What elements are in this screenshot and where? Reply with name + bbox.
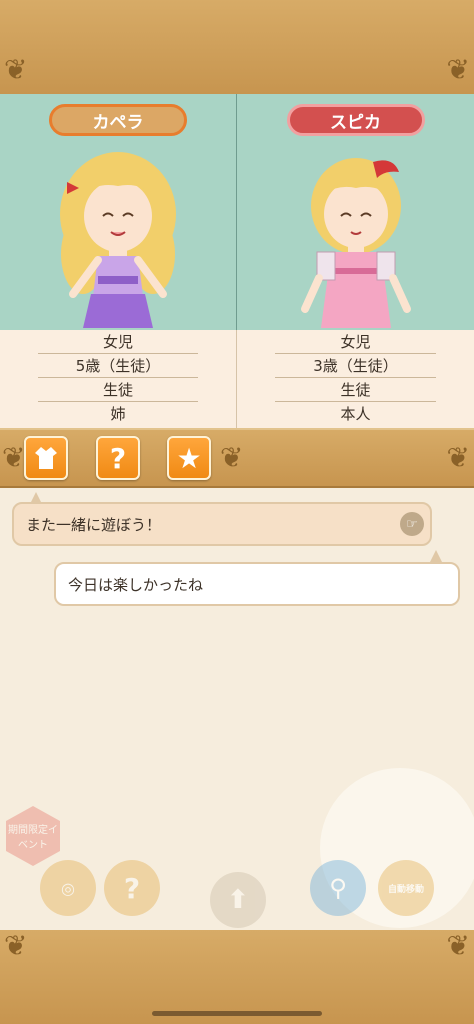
event-button[interactable]: 期間限定イベント: [6, 806, 60, 866]
ornament-icon: ❦: [4, 53, 28, 86]
ornament-icon: ❦: [220, 441, 244, 474]
gacha-icon[interactable]: ◎: [40, 860, 96, 916]
character-info-table: 女児 5歳（生徒） 生徒 姉 女児 3歳（生徒） 生徒 本人: [0, 330, 474, 428]
chat-message-text: 今日は楽しかったね: [68, 575, 204, 594]
character-panel-capella[interactable]: カペラ: [0, 94, 237, 330]
avatar-capella: [60, 152, 176, 328]
info-relation: 本人: [340, 405, 371, 423]
question-icon: ?: [109, 441, 127, 475]
ornament-icon: ❦: [446, 53, 470, 86]
name-tag-spica: スピカ: [286, 104, 425, 136]
ornament-icon: ❦: [446, 929, 470, 962]
tab-favorite[interactable]: ★: [167, 436, 211, 480]
dress-icon: [35, 447, 57, 469]
info-gender: 女児: [38, 330, 198, 354]
top-frame-band: ❦ ❦: [0, 0, 474, 94]
info-role: 生徒: [38, 378, 198, 402]
arrow-up-icon[interactable]: ⬆: [210, 872, 266, 928]
tab-bar: ❦ ❦ ❦: [0, 428, 474, 488]
chat-bubble-message-2: 今日は楽しかったね: [54, 562, 460, 606]
event-label: 期間限定イベント: [8, 825, 58, 851]
ornament-icon: ❦: [2, 441, 26, 474]
ornament-icon: ❦: [446, 441, 470, 474]
tab-help[interactable]: ?: [96, 436, 140, 480]
chat-message-text: また一緒に遊ぼう！: [26, 515, 162, 534]
auto-move-label: 自動移動: [387, 884, 424, 895]
name-tag-capella: カペラ: [49, 104, 187, 136]
walk-icon[interactable]: ⚲: [310, 860, 366, 916]
info-column-spica: 女児 3歳（生徒） 生徒 本人: [237, 330, 474, 428]
speaker-icon: ☞: [400, 512, 424, 536]
info-relation: 姉: [110, 405, 126, 423]
tab-outfit[interactable]: [24, 436, 68, 480]
info-gender: 女児: [275, 330, 436, 354]
chat-area: 期間限定イベント ◎ ? ⬆ ⚲ 自動移動: [0, 488, 474, 930]
bubble-tail: [430, 550, 442, 562]
star-icon: ★: [176, 441, 202, 475]
info-age: 5歳（生徒）: [38, 354, 198, 378]
auto-move-button[interactable]: 自動移動: [378, 860, 434, 916]
ornament-icon: ❦: [4, 929, 28, 962]
chat-bubble-message-1: また一緒に遊ぼう！ ☞: [12, 502, 432, 546]
info-role: 生徒: [275, 378, 436, 402]
help-menu-icon[interactable]: ?: [104, 860, 160, 916]
character-panel-spica[interactable]: スピカ: [237, 94, 474, 330]
bottom-frame-band: ❦ ❦: [0, 930, 474, 1024]
avatar-spica: [300, 158, 411, 328]
info-column-capella: 女児 5歳（生徒） 生徒 姉: [0, 330, 237, 428]
home-indicator[interactable]: [152, 1011, 322, 1016]
info-age: 3歳（生徒）: [275, 354, 436, 378]
